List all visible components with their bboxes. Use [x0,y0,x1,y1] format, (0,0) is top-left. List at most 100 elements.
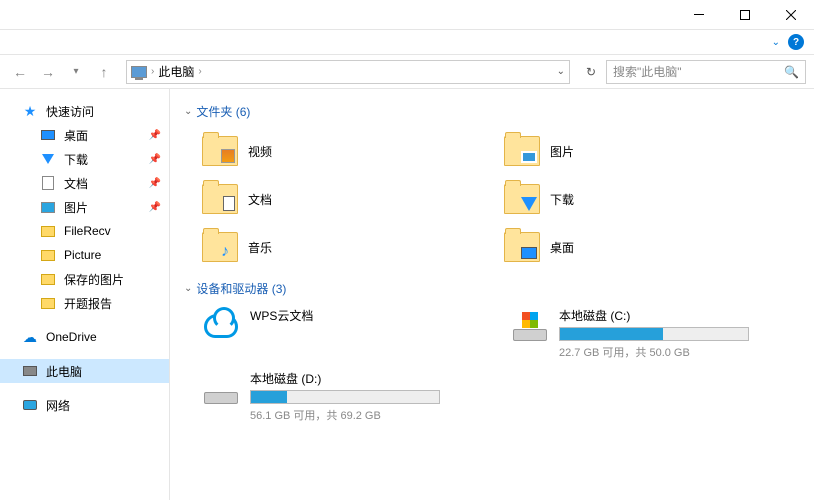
chevron-down-icon: ⌄ [184,283,192,294]
folder-documents[interactable]: 文档 [202,178,498,220]
close-button[interactable] [768,0,814,30]
devices-grid: WPS云文档 本地磁盘 (C:) 22.7 GB 可用，共 50.0 GB 本地… [184,307,800,423]
folder-label: 音乐 [248,239,272,256]
document-icon [42,176,54,190]
sidebar-onedrive[interactable]: ☁ OneDrive [0,325,169,349]
document-icon [223,196,235,211]
folder-desktop[interactable]: 桌面 [504,226,800,268]
up-button[interactable]: ↑ [92,60,116,84]
folder-label: 图片 [550,143,574,160]
storage-bar [250,390,440,404]
folder-label: 下载 [550,191,574,208]
maximize-button[interactable] [722,0,768,30]
breadcrumb-location[interactable]: 此电脑 [158,63,194,80]
folder-icon [41,250,55,261]
folder-icon [41,274,55,285]
chevron-down-icon: ⌄ [184,106,192,117]
device-drive-d[interactable]: 本地磁盘 (D:) 56.1 GB 可用，共 69.2 GB [202,370,491,423]
sidebar-label: 网络 [46,397,70,414]
search-placeholder: 搜索"此电脑" [613,63,682,80]
storage-fill [560,328,663,340]
chevron-right-icon[interactable]: › [198,66,201,77]
sidebar-item-label: 开题报告 [64,295,112,312]
sidebar-item-label: 文档 [64,175,88,192]
download-icon [521,197,537,211]
download-icon [42,154,54,164]
storage-text: 56.1 GB 可用，共 69.2 GB [250,407,491,423]
pin-icon: 📌 [149,154,161,165]
folder-label: 文档 [248,191,272,208]
picture-icon [521,151,537,163]
folder-downloads[interactable]: 下载 [504,178,800,220]
section-folders-header[interactable]: ⌄ 文件夹 (6) [184,103,800,120]
desktop-icon [521,247,537,259]
sidebar-item-label: 保存的图片 [64,271,124,288]
ribbon-bar: ⌄ ? [0,30,814,55]
recent-dropdown[interactable]: ▾ [64,60,88,84]
sidebar-quick-access[interactable]: ★ 快速访问 [0,99,169,123]
sidebar-item-label: FileRecv [64,224,111,238]
folder-label: 视频 [248,143,272,160]
folder-pictures[interactable]: 图片 [504,130,800,172]
sidebar-item-pictures[interactable]: 图片 📌 [0,195,169,219]
star-icon: ★ [22,103,38,119]
drive-icon [204,392,238,404]
picture-icon [41,202,55,213]
address-bar[interactable]: › 此电脑 › ⌄ [126,60,570,84]
onedrive-icon: ☁ [22,329,38,345]
folders-grid: 视频 图片 文档 下载 ♪ 音乐 桌面 [184,130,800,268]
sidebar-item-desktop[interactable]: 桌面 📌 [0,123,169,147]
folder-label: 桌面 [550,239,574,256]
sidebar-item-filerecv[interactable]: FileRecv [0,219,169,243]
minimize-button[interactable] [676,0,722,30]
back-button[interactable]: ← [8,60,32,84]
section-title: 设备和驱动器 (3) [196,280,286,297]
sidebar-item-label: 桌面 [64,127,88,144]
device-drive-c[interactable]: 本地磁盘 (C:) 22.7 GB 可用，共 50.0 GB [511,307,800,360]
device-label: WPS云文档 [250,307,491,324]
address-dropdown-icon[interactable]: ⌄ [557,66,565,77]
network-icon [23,400,37,410]
drive-icon [513,329,547,341]
refresh-button[interactable]: ↻ [580,61,602,83]
device-label: 本地磁盘 (C:) [559,307,800,324]
forward-button[interactable]: → [36,60,60,84]
pin-icon: 📌 [149,202,161,213]
sidebar-item-label: 图片 [64,199,88,216]
section-devices-header[interactable]: ⌄ 设备和驱动器 (3) [184,280,800,297]
pc-icon [23,366,37,376]
search-icon: 🔍 [784,65,799,79]
sidebar-label: 快速访问 [46,103,94,120]
storage-bar [559,327,749,341]
ribbon-expand-icon[interactable]: ⌄ [772,37,780,48]
sidebar-item-documents[interactable]: 文档 📌 [0,171,169,195]
device-label: 本地磁盘 (D:) [250,370,491,387]
pc-icon [131,66,147,78]
desktop-icon [41,130,55,140]
sidebar-item-picture[interactable]: Picture [0,243,169,267]
sidebar-this-pc[interactable]: 此电脑 [0,359,169,383]
search-input[interactable]: 搜索"此电脑" 🔍 [606,60,806,84]
chevron-right-icon: › [151,66,154,77]
pin-icon: 📌 [149,130,161,141]
folder-icon [41,226,55,237]
folder-music[interactable]: ♪ 音乐 [202,226,498,268]
sidebar-label: 此电脑 [46,363,82,380]
video-icon [221,149,235,163]
music-icon: ♪ [221,245,235,259]
sidebar-item-saved-pics[interactable]: 保存的图片 [0,267,169,291]
pin-icon: 📌 [149,178,161,189]
sidebar-item-report[interactable]: 开题报告 [0,291,169,315]
sidebar-label: OneDrive [46,330,97,344]
device-wps-cloud[interactable]: WPS云文档 [202,307,491,360]
help-icon[interactable]: ? [788,34,804,50]
folder-icon [41,298,55,309]
sidebar-item-downloads[interactable]: 下载📌 [0,147,169,171]
storage-fill [251,391,287,403]
folder-videos[interactable]: 视频 [202,130,498,172]
nav-bar: ← → ▾ ↑ › 此电脑 › ⌄ ↻ 搜索"此电脑" 🔍 [0,55,814,89]
sidebar-item-label: Picture [64,248,101,262]
cloud-icon [204,314,238,338]
sidebar-network[interactable]: 网络 [0,393,169,417]
storage-text: 22.7 GB 可用，共 50.0 GB [559,344,800,360]
